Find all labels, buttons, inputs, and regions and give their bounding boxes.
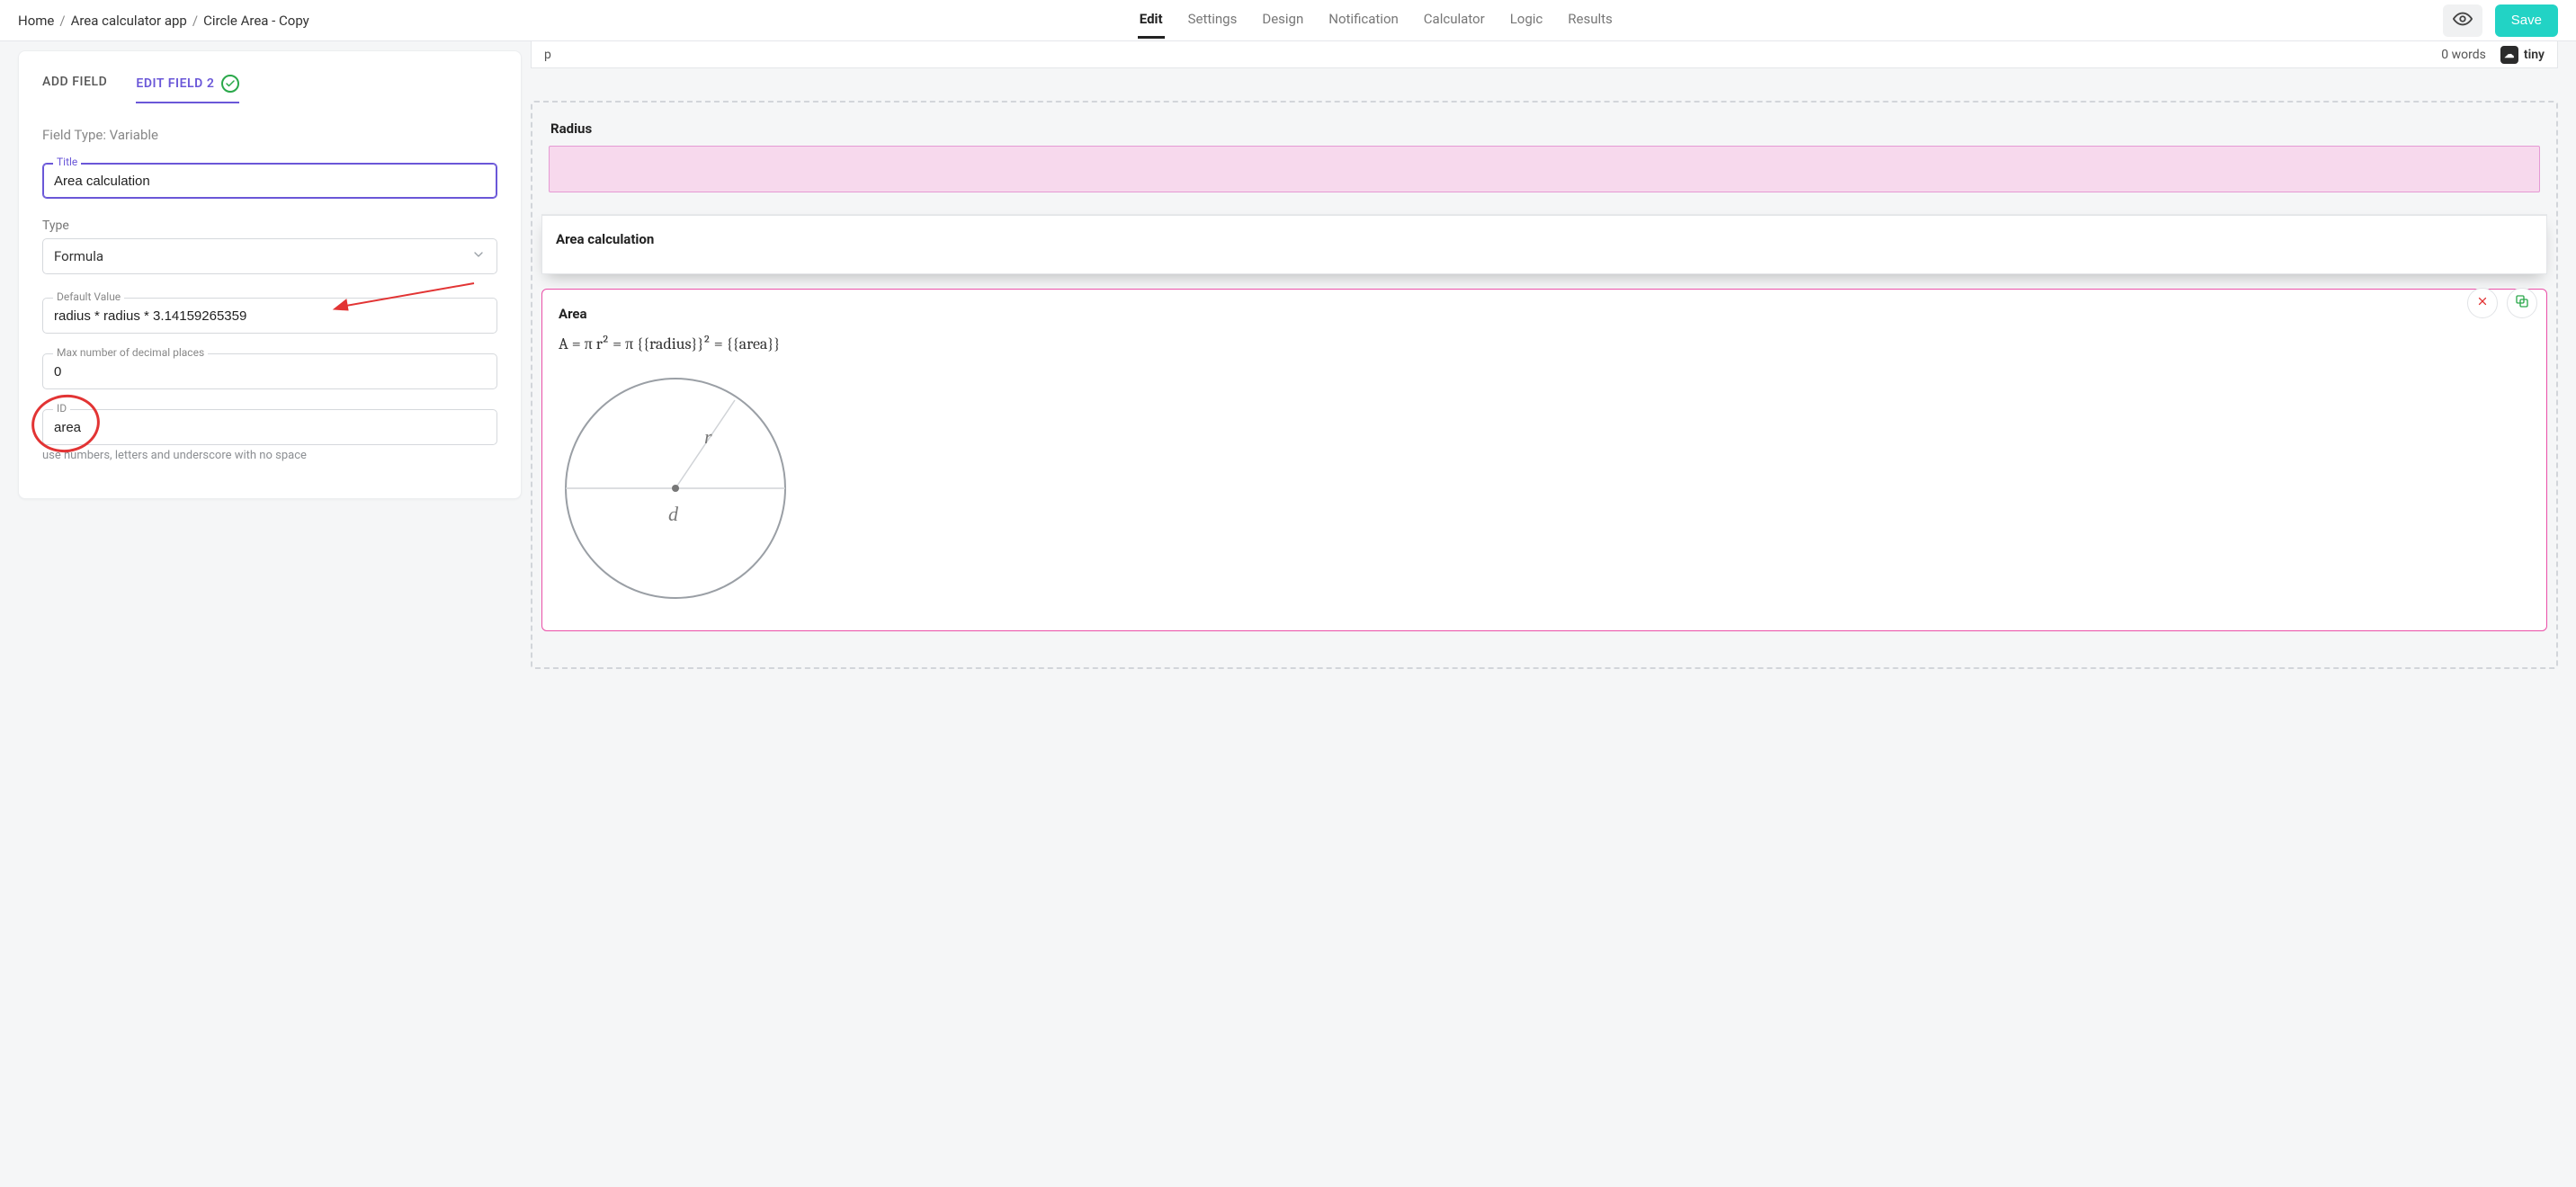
circle-diagram: r d (559, 371, 792, 605)
save-button[interactable]: Save (2495, 4, 2558, 37)
row-title: Title (42, 163, 497, 199)
tab-add-field[interactable]: ADD FIELD (42, 75, 107, 103)
tab-notification[interactable]: Notification (1327, 2, 1400, 39)
preview-canvas: Radius Area calculation (531, 101, 2558, 669)
id-label: ID (53, 402, 70, 415)
title-label: Title (53, 156, 81, 168)
close-icon (2477, 296, 2488, 310)
breadcrumb-page: Circle Area - Copy (203, 13, 309, 29)
decimals-input[interactable] (42, 353, 497, 389)
type-label: Type (42, 219, 497, 233)
tab-design[interactable]: Design (1260, 2, 1305, 39)
editor-statusbar: p 0 words ☁ tiny (531, 41, 2558, 68)
duplicate-button[interactable] (2507, 288, 2537, 318)
preview-area-formula: A = π r² = π {{radius}}² = {{area}} (559, 335, 2530, 353)
tab-edit-field-label: EDIT FIELD 2 (136, 76, 214, 91)
type-value: Formula (54, 248, 103, 264)
preview-calc-card[interactable]: Area calculation (541, 214, 2547, 274)
check-circle-icon (221, 75, 239, 93)
preview-radius-input[interactable] (549, 146, 2540, 192)
tab-edit-field[interactable]: EDIT FIELD 2 (136, 75, 239, 103)
tab-results[interactable]: Results (1566, 2, 1614, 39)
right-column: p 0 words ☁ tiny Radius Area calculation (522, 41, 2576, 705)
row-id: ID (42, 409, 497, 445)
tab-calculator[interactable]: Calculator (1422, 2, 1487, 39)
edit-panel: ADD FIELD EDIT FIELD 2 Field Type: Varia… (18, 50, 522, 499)
row-decimals: Max number of decimal places (42, 353, 497, 389)
preview-area-title: Area (559, 306, 2530, 322)
title-input[interactable] (42, 163, 497, 199)
tab-logic[interactable]: Logic (1508, 2, 1545, 39)
breadcrumb-sep: / (192, 13, 198, 29)
topbar: Home / Area calculator app / Circle Area… (0, 0, 2576, 41)
word-count: 0 words (2441, 48, 2486, 62)
tinymce-badge-icon: ☁ (2500, 46, 2518, 64)
preview-button[interactable] (2443, 4, 2482, 37)
decimals-label: Max number of decimal places (53, 346, 208, 359)
panel-tabs: ADD FIELD EDIT FIELD 2 (42, 75, 497, 103)
editor-path: p (544, 48, 551, 62)
diagram-r-label: r (704, 425, 712, 448)
preview-area-card[interactable]: Area A = π r² = π {{radius}}² = {{area}}… (541, 289, 2547, 631)
id-input[interactable] (42, 409, 497, 445)
diagram-center-dot (672, 485, 679, 492)
tinymce-brand: ☁ tiny (2500, 46, 2545, 64)
tab-edit[interactable]: Edit (1138, 2, 1165, 39)
row-type: Type Formula (42, 219, 497, 274)
delete-button[interactable] (2467, 288, 2498, 318)
row-default-value: Default Value (42, 298, 497, 334)
id-hint: use numbers, letters and underscore with… (42, 449, 497, 462)
topbar-right: Save (2443, 4, 2558, 37)
tinymce-brand-label: tiny (2524, 48, 2545, 62)
chevron-down-icon (471, 247, 486, 265)
left-column: ADD FIELD EDIT FIELD 2 Field Type: Varia… (0, 41, 522, 508)
area-card-actions (2467, 288, 2537, 318)
default-value-label: Default Value (53, 290, 124, 303)
breadcrumb-sep: / (59, 13, 65, 29)
breadcrumb-app[interactable]: Area calculator app (71, 13, 187, 29)
main: ADD FIELD EDIT FIELD 2 Field Type: Varia… (0, 41, 2576, 705)
preview-calc-title: Area calculation (556, 231, 2533, 247)
diagram-d-label: d (668, 503, 679, 525)
section-tabs: Edit Settings Design Notification Calcul… (309, 2, 2443, 39)
breadcrumb: Home / Area calculator app / Circle Area… (18, 13, 309, 29)
eye-icon (2453, 9, 2473, 31)
default-value-input[interactable] (42, 298, 497, 334)
breadcrumb-home[interactable]: Home (18, 13, 54, 29)
preview-radius-title: Radius (550, 120, 2540, 137)
type-select[interactable]: Formula (42, 238, 497, 274)
tab-settings[interactable]: Settings (1186, 2, 1239, 39)
preview-radius-card[interactable]: Radius (541, 112, 2547, 200)
copy-icon (2515, 294, 2529, 312)
field-type-line: Field Type: Variable (42, 127, 497, 143)
